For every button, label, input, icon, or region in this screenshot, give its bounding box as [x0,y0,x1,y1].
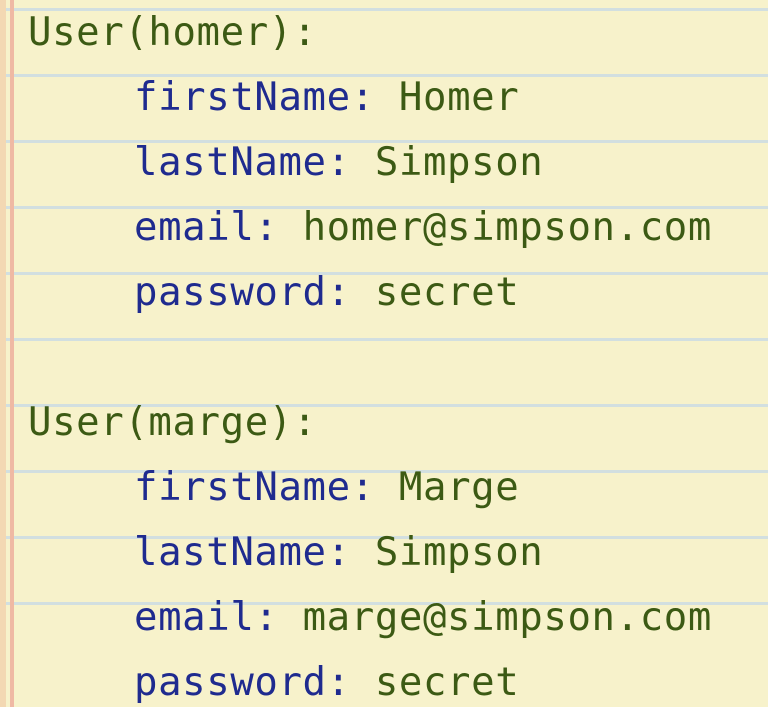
field-value: Simpson [374,530,544,575]
field-line-password: password: secret [134,263,519,323]
field-separator: : [326,660,375,705]
record-header-marge: User(marge): [28,400,317,445]
field-separator: : [254,205,303,250]
field-line-lastname: lastName: Simpson [134,133,543,193]
field-key: lastName [134,530,327,575]
field-separator: : [326,530,375,575]
field-key: firstName [134,75,351,120]
field-line-password: password: secret [134,653,519,707]
field-value: Simpson [374,140,544,185]
field-value: secret [374,660,520,705]
field-key: password [134,660,327,705]
field-line-lastname: lastName: Simpson [134,523,543,583]
yaml-fixture-text: User(homer): firstName: Homer lastName: … [0,0,768,707]
field-line-firstname: firstName: Marge [134,458,519,518]
field-value: marge@simpson.com [302,595,712,640]
field-key: email [134,205,255,250]
field-key: email [134,595,255,640]
field-separator: : [254,595,303,640]
field-separator: : [350,465,399,510]
field-line-email: email: marge@simpson.com [134,588,712,648]
field-key: firstName [134,465,351,510]
field-value: homer@simpson.com [302,205,712,250]
field-separator: : [326,270,375,315]
record-header-homer: User(homer): [28,10,317,55]
field-line-firstname: firstName: Homer [134,68,519,128]
field-value: Homer [398,75,520,120]
field-separator: : [326,140,375,185]
field-separator: : [350,75,399,120]
field-line-email: email: homer@simpson.com [134,198,712,258]
field-value: secret [374,270,520,315]
field-value: Marge [398,465,520,510]
field-key: password [134,270,327,315]
field-key: lastName [134,140,327,185]
